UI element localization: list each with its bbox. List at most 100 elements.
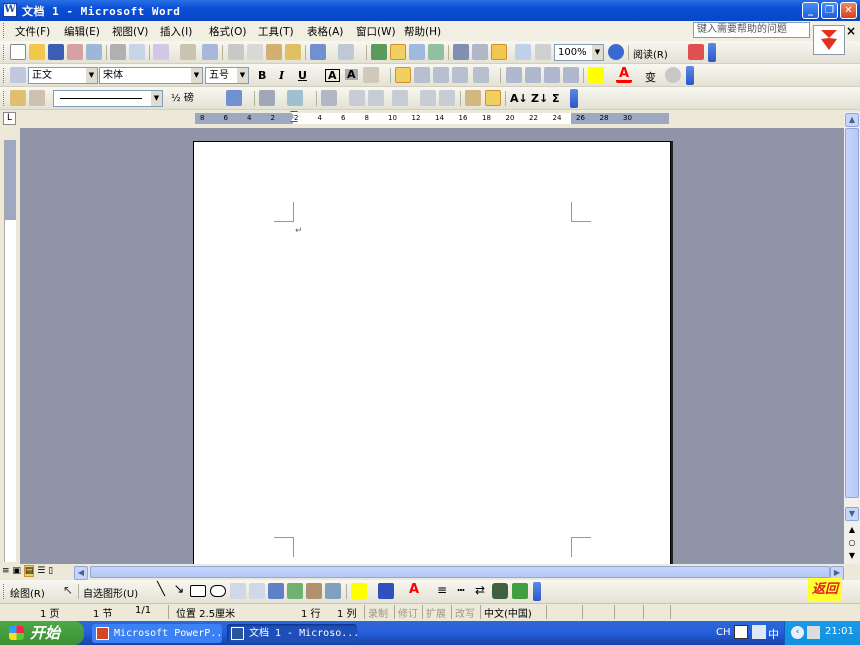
line-style-icon[interactable]: ≡ <box>434 583 450 599</box>
paste-icon[interactable] <box>266 44 282 60</box>
toolbar-grip[interactable] <box>3 68 6 83</box>
toolbar-options-icon[interactable] <box>570 89 578 108</box>
bold-button[interactable]: B <box>258 69 266 82</box>
decrease-indent-icon[interactable] <box>544 67 560 83</box>
outline-view-icon[interactable]: ☰ <box>37 566 45 576</box>
save-icon[interactable] <box>48 44 64 60</box>
scroll-up-icon[interactable]: ▲ <box>845 113 859 127</box>
status-overtype[interactable]: 改写 <box>455 605 475 620</box>
cut-icon[interactable] <box>228 44 244 60</box>
status-extend[interactable]: 扩展 <box>426 605 446 620</box>
draw-menu-button[interactable]: 绘图(R) <box>10 585 45 600</box>
font-color-icon[interactable]: A <box>616 67 632 83</box>
ime-language-indicator[interactable]: CH <box>716 627 731 638</box>
toolbar-grip[interactable] <box>3 584 6 599</box>
web-view-icon[interactable]: ▣ <box>12 566 21 576</box>
show-hide-icon[interactable] <box>515 44 531 60</box>
ime-keyboard-icon[interactable] <box>734 625 748 639</box>
vertical-scroll-thumb[interactable] <box>845 128 859 498</box>
wordart-icon[interactable] <box>268 583 284 599</box>
download-arrow-button[interactable] <box>813 25 845 55</box>
normal-view-icon[interactable]: ≡ <box>2 566 10 576</box>
tab-selector[interactable]: L <box>3 112 16 125</box>
format-painter-icon[interactable] <box>285 44 301 60</box>
sort-ascending-button[interactable]: A↓ <box>510 92 528 105</box>
autoshapes-button[interactable]: 自选图形(U) <box>83 585 138 600</box>
toolbar-options-icon[interactable] <box>686 66 694 85</box>
read-mode-button[interactable]: 阅读(R) <box>633 46 668 61</box>
draw-table-icon[interactable] <box>10 90 26 106</box>
insert-table-icon[interactable] <box>321 90 337 106</box>
arrow-style-icon[interactable]: ⇄ <box>472 583 488 599</box>
status-track-changes[interactable]: 修订 <box>398 605 418 620</box>
char-scale-icon[interactable] <box>363 67 379 83</box>
shadow-style-icon[interactable] <box>492 583 508 599</box>
toolbar-options-icon[interactable] <box>533 582 541 601</box>
oval-tool-icon[interactable] <box>210 585 226 597</box>
italic-button[interactable]: I <box>279 69 284 82</box>
font-combo[interactable]: 宋体 ▼ <box>99 67 203 84</box>
menu-help[interactable]: 帮助(H) <box>404 24 441 39</box>
distribute-columns-icon[interactable] <box>439 90 455 106</box>
drawing-icon[interactable] <box>472 44 488 60</box>
restore-button[interactable]: ❐ <box>821 2 838 19</box>
reading-view-icon[interactable]: ▯ <box>48 566 53 576</box>
insert-table-icon[interactable] <box>409 44 425 60</box>
email-icon[interactable] <box>86 44 102 60</box>
textbox-tool-icon[interactable] <box>230 583 246 599</box>
line-spacing-icon[interactable] <box>473 67 489 83</box>
tray-expand-icon[interactable]: ‹ <box>791 626 804 639</box>
help-close-icon[interactable]: × <box>846 24 856 38</box>
menu-window[interactable]: 窗口(W) <box>356 24 396 39</box>
table-autoformat-icon[interactable] <box>465 90 481 106</box>
paragraph-mark-icon[interactable] <box>535 44 551 60</box>
title-bar[interactable]: W 文档 1 - Microsoft Word _ ❐ ✕ <box>0 0 860 21</box>
new-document-icon[interactable] <box>10 44 26 60</box>
clock[interactable]: 21:01 <box>825 626 854 637</box>
style-combo[interactable]: 正文 ▼ <box>28 67 98 84</box>
menu-file[interactable]: 文件(F) <box>15 24 50 39</box>
undo-icon[interactable] <box>310 44 326 60</box>
network-icon[interactable] <box>807 626 820 639</box>
fill-color-icon[interactable] <box>351 583 367 599</box>
status-record[interactable]: 录制 <box>368 605 388 620</box>
insert-picture-icon[interactable] <box>325 583 341 599</box>
select-browse-object-icon[interactable]: ○ <box>845 536 859 549</box>
document-map-icon[interactable] <box>491 44 507 60</box>
taskbar-item-word[interactable]: 文档 1 - Microso... <box>227 624 357 643</box>
3d-style-icon[interactable] <box>512 583 528 599</box>
chevron-down-icon[interactable]: ▼ <box>592 45 603 60</box>
spelling-icon[interactable] <box>202 44 218 60</box>
office-assistant-icon[interactable] <box>688 44 704 60</box>
minimize-button[interactable]: _ <box>802 2 819 19</box>
previous-page-icon[interactable]: ▲ <box>845 523 859 536</box>
chevron-down-icon[interactable]: ▼ <box>151 91 162 106</box>
cell-align-icon[interactable] <box>392 90 408 106</box>
chevron-down-icon[interactable]: ▼ <box>86 68 97 83</box>
distribute-rows-icon[interactable] <box>420 90 436 106</box>
align-left-icon[interactable] <box>395 67 411 83</box>
word-app-icon[interactable]: W <box>3 3 17 17</box>
print-preview-icon[interactable] <box>129 44 145 60</box>
menu-table[interactable]: 表格(A) <box>307 24 343 39</box>
numbering-icon[interactable] <box>506 67 522 83</box>
line-color-icon[interactable] <box>378 583 394 599</box>
arrow-tool-icon[interactable]: ↘ <box>171 583 187 599</box>
permission-icon[interactable] <box>67 44 83 60</box>
styles-pane-icon[interactable] <box>10 67 26 83</box>
dash-style-icon[interactable]: ┅ <box>453 583 469 599</box>
rectangle-tool-icon[interactable] <box>190 585 206 597</box>
toolbar-options-icon[interactable] <box>708 43 716 62</box>
highlight-icon[interactable] <box>588 67 604 83</box>
sort-descending-button[interactable]: Z↓ <box>531 92 548 105</box>
document-page[interactable]: ↵ <box>193 141 671 564</box>
vertical-textbox-icon[interactable] <box>249 583 265 599</box>
shading-color-icon[interactable] <box>287 90 303 106</box>
underline-button[interactable]: U <box>298 69 307 82</box>
eraser-icon[interactable] <box>29 90 45 106</box>
tables-borders-icon[interactable] <box>390 44 406 60</box>
select-objects-icon[interactable]: ↖ <box>60 583 76 599</box>
vertical-ruler[interactable] <box>4 140 16 562</box>
border-color-icon[interactable] <box>226 90 242 106</box>
print-view-icon[interactable]: ▤ <box>23 565 35 577</box>
